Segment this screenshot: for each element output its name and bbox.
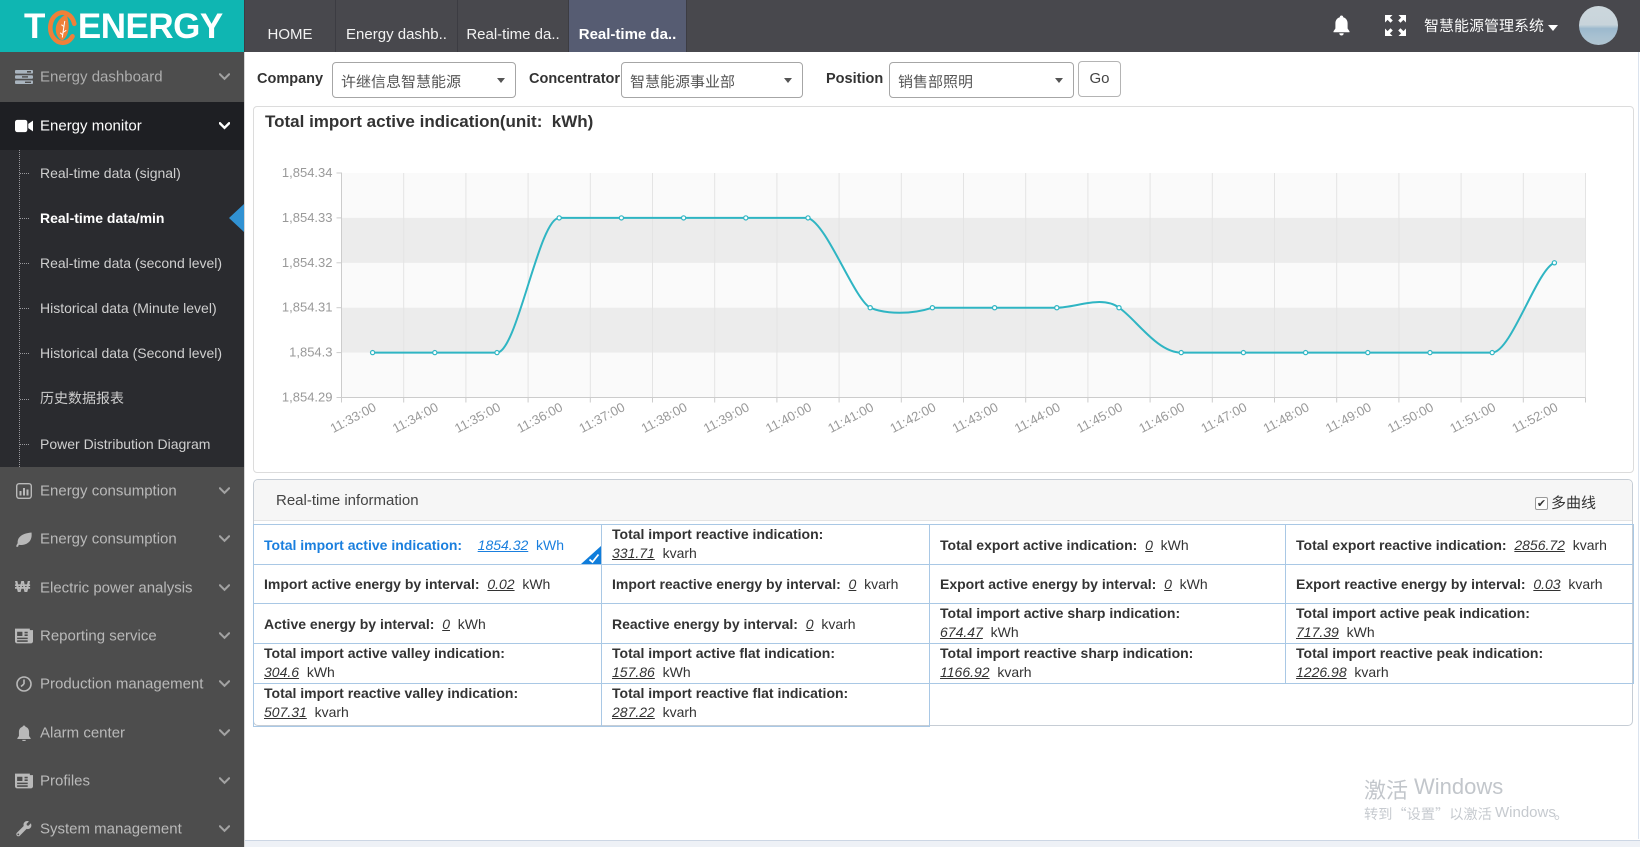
svg-text:11:42:00: 11:42:00 xyxy=(887,399,938,436)
svg-text:11:34:00: 11:34:00 xyxy=(390,399,441,436)
svg-text:11:33:00: 11:33:00 xyxy=(328,399,379,436)
svg-text:11:40:00: 11:40:00 xyxy=(763,399,814,436)
svg-text:11:41:00: 11:41:00 xyxy=(825,399,876,436)
svg-text:1,854.33: 1,854.33 xyxy=(282,210,333,225)
svg-text:11:46:00: 11:46:00 xyxy=(1136,399,1187,436)
svg-text:11:45:00: 11:45:00 xyxy=(1074,399,1125,436)
svg-text:1,854.3: 1,854.3 xyxy=(289,345,332,360)
svg-text:11:48:00: 11:48:00 xyxy=(1261,399,1312,436)
svg-text:11:39:00: 11:39:00 xyxy=(701,399,752,436)
svg-text:1,854.32: 1,854.32 xyxy=(282,255,333,270)
svg-text:11:38:00: 11:38:00 xyxy=(639,399,690,436)
svg-text:11:47:00: 11:47:00 xyxy=(1198,399,1249,436)
svg-text:11:36:00: 11:36:00 xyxy=(514,399,565,436)
svg-text:11:44:00: 11:44:00 xyxy=(1012,399,1063,436)
svg-text:11:52:00: 11:52:00 xyxy=(1509,399,1560,436)
svg-text:11:37:00: 11:37:00 xyxy=(576,399,627,436)
svg-text:1,854.31: 1,854.31 xyxy=(282,300,333,315)
svg-text:11:35:00: 11:35:00 xyxy=(452,399,503,436)
svg-text:1,854.34: 1,854.34 xyxy=(282,165,333,180)
svg-text:11:50:00: 11:50:00 xyxy=(1385,399,1436,436)
svg-text:11:49:00: 11:49:00 xyxy=(1323,399,1374,436)
svg-text:1,854.29: 1,854.29 xyxy=(282,390,333,405)
svg-text:11:43:00: 11:43:00 xyxy=(950,399,1001,436)
svg-text:11:51:00: 11:51:00 xyxy=(1447,399,1498,436)
